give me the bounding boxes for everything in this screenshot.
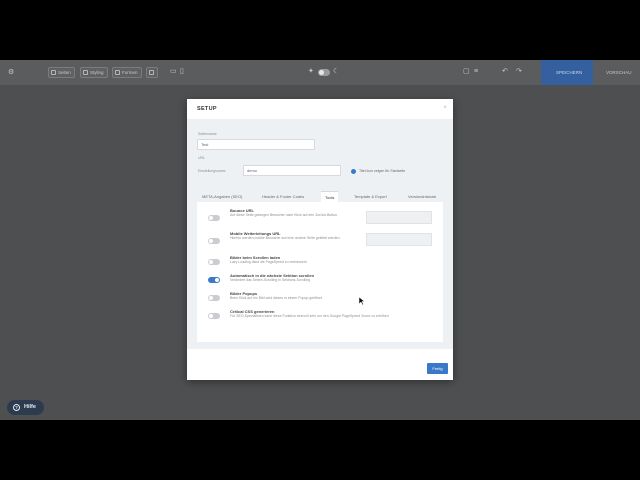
- editor-stage: ⚙ Seiten Styling Formen ▭ ▯ ✦ ☾ ▢ ≡ ↶ ↷ …: [0, 60, 640, 420]
- url-input[interactable]: demo: [243, 165, 341, 176]
- save-button[interactable]: SPEICHERN: [541, 60, 593, 85]
- moon-icon[interactable]: ☾: [333, 68, 339, 76]
- startpage-checkbox[interactable]: [351, 169, 356, 174]
- close-icon[interactable]: ×: [443, 105, 447, 111]
- image-popup-toggle[interactable]: [208, 295, 220, 301]
- list-item: Bounce URL Auf diese Seite gelangen Besu…: [197, 207, 443, 227]
- layers-icon: [149, 70, 154, 75]
- url-prefix-label: Einstellungsname: [198, 169, 226, 173]
- row-desc: Hierhin werden mobile Besucher auf eine …: [230, 236, 340, 240]
- cursor-icon: [359, 297, 365, 306]
- setup-modal: SETUP × Seitenname Test URL Einstellungs…: [187, 99, 453, 380]
- lazy-load-toggle[interactable]: [208, 259, 220, 265]
- row-desc: Für SEO-Spezialisten kann diese Funktion…: [230, 314, 389, 318]
- mobile-icon[interactable]: ▯: [180, 68, 184, 76]
- row-desc: Auf diese Seite gelangen Besucher nach K…: [230, 213, 338, 217]
- sun-icon[interactable]: ✦: [308, 68, 314, 76]
- list-item: Critical CSS generieren Für SEO-Speziali…: [197, 309, 443, 323]
- bounce-url-input[interactable]: [366, 211, 432, 224]
- bounce-url-toggle[interactable]: [208, 215, 220, 221]
- mobile-redirect-input[interactable]: [366, 233, 432, 246]
- undo-icon[interactable]: ↶: [502, 68, 508, 76]
- list-item: Bilder Popups Beim Klick auf ein Bild wi…: [197, 291, 443, 305]
- grid-icon[interactable]: ▢: [463, 68, 470, 76]
- redo-icon[interactable]: ↷: [516, 68, 522, 76]
- done-button[interactable]: Fertig: [427, 363, 448, 374]
- checkbox-label: Titel Icon zeigen für Startseite: [359, 169, 406, 173]
- auto-scroll-toggle[interactable]: [208, 277, 220, 283]
- critical-css-toggle[interactable]: [208, 313, 220, 319]
- pages-button[interactable]: Seiten: [48, 67, 75, 78]
- styling-button[interactable]: Styling: [80, 67, 108, 78]
- forms-button[interactable]: Formen: [112, 67, 142, 78]
- tab-meta[interactable]: META-Angaben (SEO): [198, 191, 246, 202]
- row-desc: Beim Klick auf ein Bild wird dieses in e…: [230, 296, 322, 300]
- help-button[interactable]: ? Hilfe: [7, 400, 44, 415]
- modal-title: SETUP: [197, 106, 217, 112]
- url-label: URL: [198, 156, 206, 160]
- code-icon[interactable]: ≡: [474, 68, 478, 76]
- row-desc: Verändert das Seiten-Scrolling in Sektio…: [230, 278, 310, 282]
- mobile-redirect-toggle[interactable]: [208, 238, 220, 244]
- preview-button[interactable]: VORSCHAU: [593, 60, 640, 85]
- list-item: Automatisch in die nächste Sektion scrol…: [197, 273, 443, 287]
- list-item: Mobile Weiterleitungs URL Hierhin werden…: [197, 230, 443, 250]
- tab-template-export[interactable]: Template & Export: [350, 191, 391, 202]
- form-icon: [115, 70, 120, 75]
- name-label: Seitenname: [198, 132, 217, 136]
- tab-tools[interactable]: Tools: [321, 191, 339, 202]
- row-desc: Lazy Loading lässt die PageSpeed zu verb…: [230, 260, 307, 264]
- list-item: Bilder beim Scrollen laden Lazy Loading …: [197, 255, 443, 269]
- page-icon: [51, 70, 56, 75]
- top-toolbar: ⚙ Seiten Styling Formen ▭ ▯ ✦ ☾ ▢ ≡ ↶ ↷ …: [0, 60, 640, 85]
- tab-header-footer[interactable]: Header & Footer Codes: [258, 191, 308, 202]
- tools-panel: Bounce URL Auf diese Seite gelangen Besu…: [197, 202, 443, 342]
- desktop-icon[interactable]: ▭: [170, 68, 177, 76]
- question-icon: ?: [13, 404, 20, 411]
- gear-icon[interactable]: ⚙: [8, 69, 14, 77]
- page-name-input[interactable]: Test: [197, 139, 315, 150]
- tab-version-history[interactable]: Versionshistorie: [404, 191, 440, 202]
- brush-icon: [83, 70, 88, 75]
- layers-button[interactable]: [146, 67, 158, 78]
- theme-toggle[interactable]: [318, 69, 330, 76]
- modal-body: Seitenname Test URL Einstellungsname dem…: [187, 119, 453, 349]
